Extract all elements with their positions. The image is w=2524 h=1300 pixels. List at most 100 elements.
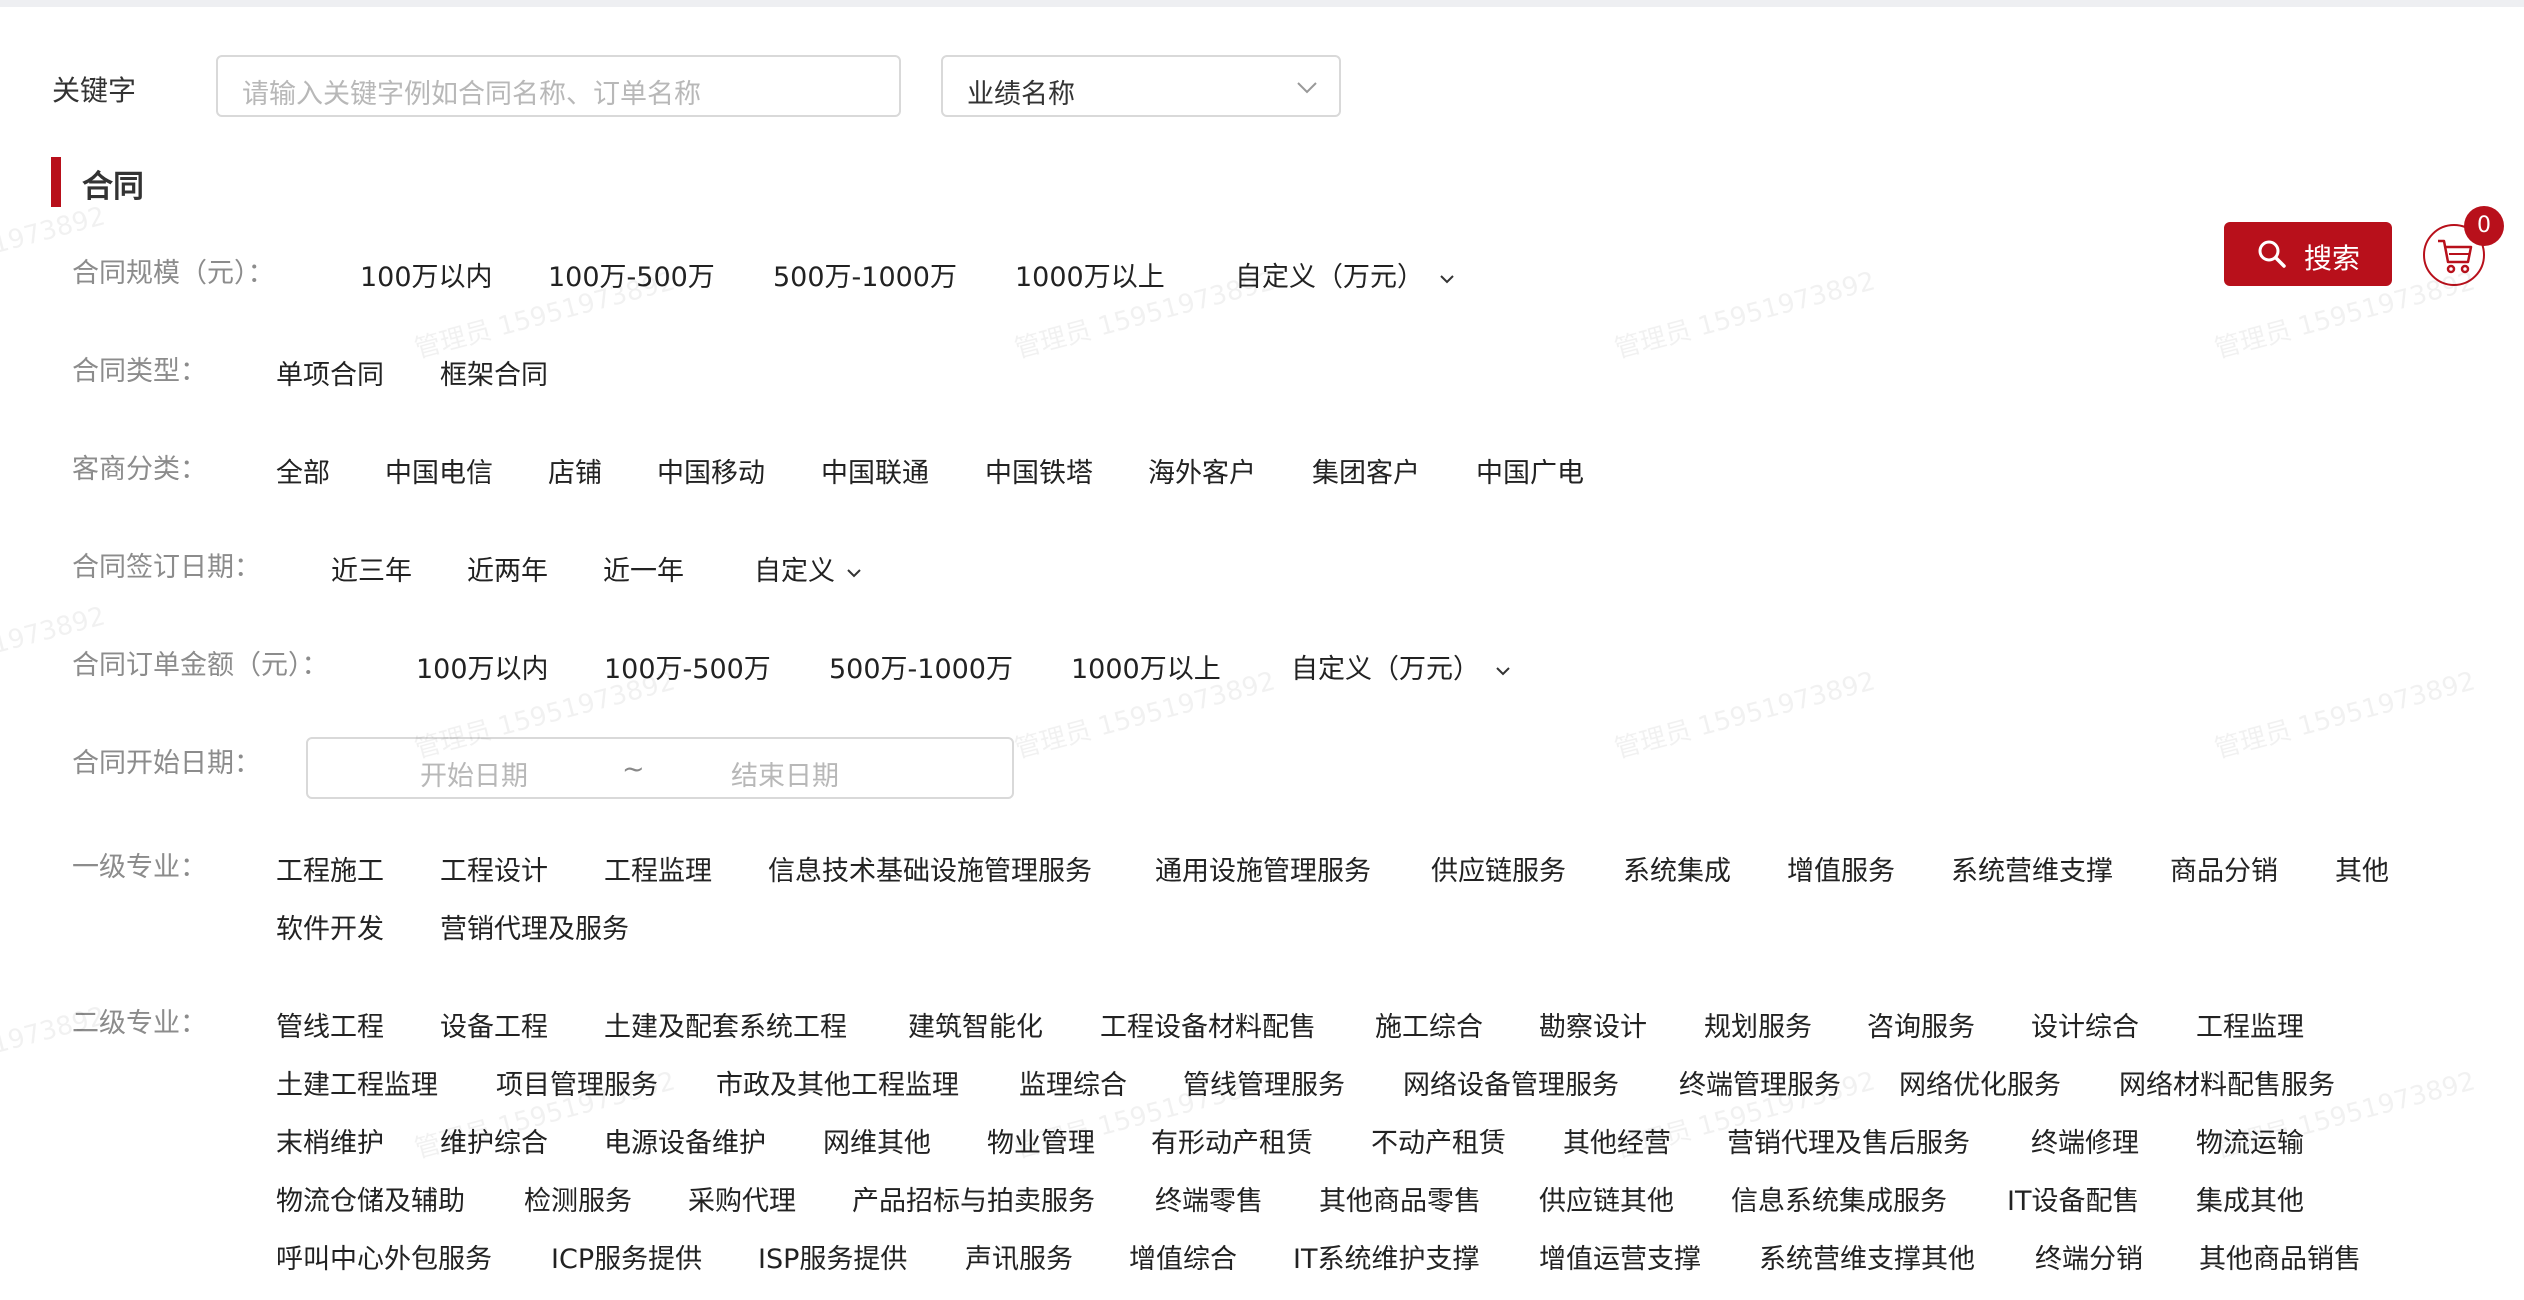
end-date-input[interactable]: 结束日期 (731, 754, 839, 793)
scale-option[interactable]: 1000万以上 (1015, 255, 1165, 294)
level2-option[interactable]: 管线工程 (276, 1005, 384, 1044)
level1-option[interactable]: 软件开发 (276, 907, 384, 946)
level2-option[interactable]: 勘察设计 (1539, 1005, 1647, 1044)
level2-option[interactable]: 不动产租赁 (1371, 1121, 1506, 1160)
level2-option[interactable]: 末梢维护 (276, 1121, 384, 1160)
chevron-down-icon (1495, 666, 1510, 675)
performance-select[interactable]: 业绩名称 (941, 55, 1341, 117)
level2-option[interactable]: 供应链其他 (1539, 1179, 1674, 1218)
level2-option[interactable]: 其他经营 (1563, 1121, 1671, 1160)
level2-option[interactable]: 采购代理 (688, 1179, 796, 1218)
level2-option[interactable]: 设备工程 (440, 1005, 548, 1044)
level2-option[interactable]: 网络材料配售服务 (2119, 1063, 2335, 1102)
level1-option[interactable]: 工程设计 (440, 849, 548, 888)
amount-option[interactable]: 500万-1000万 (829, 647, 1013, 686)
level1-option[interactable]: 通用设施管理服务 (1155, 849, 1371, 888)
level2-option[interactable]: 集成其他 (2196, 1179, 2304, 1218)
customer-option[interactable]: 集团客户 (1312, 451, 1420, 490)
level2-option[interactable]: 咨询服务 (1867, 1005, 1975, 1044)
level2-option[interactable]: 网络设备管理服务 (1403, 1063, 1619, 1102)
level2-option[interactable]: 声讯服务 (965, 1237, 1073, 1276)
level2-option[interactable]: 施工综合 (1375, 1005, 1483, 1044)
sign-date-option[interactable]: 近两年 (467, 549, 548, 588)
level2-option[interactable]: 呼叫中心外包服务 (276, 1237, 492, 1276)
level2-option[interactable]: ICP服务提供 (551, 1237, 702, 1276)
chevron-down-icon (1439, 274, 1454, 283)
level2-option[interactable]: 维护综合 (440, 1121, 548, 1160)
date-separator: ~ (622, 754, 645, 785)
level1-option[interactable]: 增值服务 (1787, 849, 1895, 888)
level2-option[interactable]: 建筑智能化 (908, 1005, 1043, 1044)
search-button[interactable]: 搜索 (2224, 222, 2392, 286)
customer-option[interactable]: 中国电信 (385, 451, 493, 490)
amount-option[interactable]: 100万-500万 (604, 647, 771, 686)
amount-option[interactable]: 100万以内 (416, 647, 549, 686)
sign-date-custom-dropdown[interactable]: 自定义 (754, 549, 862, 588)
level2-option[interactable]: 物业管理 (987, 1121, 1095, 1160)
level2-option[interactable]: 其他商品销售 (2199, 1237, 2361, 1276)
level2-option[interactable]: 网络优化服务 (1899, 1063, 2061, 1102)
level2-option[interactable]: 管线管理服务 (1183, 1063, 1345, 1102)
level2-option[interactable]: 监理综合 (1019, 1063, 1127, 1102)
level2-option[interactable]: 增值运营支撑 (1539, 1237, 1701, 1276)
level2-option[interactable]: 土建工程监理 (276, 1063, 438, 1102)
scale-option[interactable]: 100万-500万 (548, 255, 715, 294)
level2-option[interactable]: 项目管理服务 (496, 1063, 658, 1102)
customer-option[interactable]: 中国移动 (657, 451, 765, 490)
amount-option[interactable]: 1000万以上 (1071, 647, 1221, 686)
level2-option[interactable]: 规划服务 (1704, 1005, 1812, 1044)
level2-option[interactable]: 终端修理 (2031, 1121, 2139, 1160)
level2-option[interactable]: ISP服务提供 (758, 1237, 907, 1276)
sign-date-option[interactable]: 近三年 (331, 549, 412, 588)
customer-option[interactable]: 海外客户 (1148, 451, 1256, 490)
type-option[interactable]: 单项合同 (276, 353, 384, 392)
cart-icon (2438, 239, 2473, 274)
level2-option[interactable]: 终端分销 (2035, 1237, 2143, 1276)
level2-option[interactable]: 网维其他 (823, 1121, 931, 1160)
level2-option[interactable]: 增值综合 (1129, 1237, 1237, 1276)
level2-option[interactable]: 物流仓储及辅助 (276, 1179, 465, 1218)
start-date-input[interactable]: 开始日期 (420, 754, 528, 793)
level2-option[interactable]: 设计综合 (2031, 1005, 2139, 1044)
level2-option[interactable]: 其他商品零售 (1319, 1179, 1481, 1218)
level2-option[interactable]: 市政及其他工程监理 (716, 1063, 959, 1102)
amount-custom-dropdown[interactable]: 自定义（万元） (1291, 647, 1511, 686)
date-range-picker[interactable]: 开始日期 ~ 结束日期 (306, 737, 1014, 799)
level2-option[interactable]: 有形动产租赁 (1151, 1121, 1313, 1160)
level2-option[interactable]: 营销代理及售后服务 (1727, 1121, 1970, 1160)
level1-option[interactable]: 工程监理 (604, 849, 712, 888)
type-option[interactable]: 框架合同 (440, 353, 548, 392)
level2-option[interactable]: 土建及配套系统工程 (604, 1005, 847, 1044)
level2-option[interactable]: 信息系统集成服务 (1731, 1179, 1947, 1218)
scale-option[interactable]: 500万-1000万 (773, 255, 957, 294)
level1-option[interactable]: 系统营维支撑 (1951, 849, 2113, 888)
sign-date-option[interactable]: 近一年 (603, 549, 684, 588)
level2-option[interactable]: 物流运输 (2196, 1121, 2304, 1160)
level2-option[interactable]: IT系统维护支撑 (1293, 1237, 1479, 1276)
customer-option[interactable]: 中国广电 (1476, 451, 1584, 490)
level2-option[interactable]: 工程监理 (2196, 1005, 2304, 1044)
level1-option[interactable]: 供应链服务 (1431, 849, 1566, 888)
level1-option[interactable]: 信息技术基础设施管理服务 (768, 849, 1092, 888)
keyword-input[interactable]: 请输入关键字例如合同名称、订单名称 (216, 55, 901, 117)
customer-option[interactable]: 店铺 (548, 451, 602, 490)
level1-option[interactable]: 营销代理及服务 (440, 907, 629, 946)
customer-option[interactable]: 全部 (276, 451, 330, 490)
level1-option[interactable]: 其他 (2335, 849, 2389, 888)
scale-custom-dropdown[interactable]: 自定义（万元） (1235, 255, 1455, 294)
level1-option[interactable]: 系统集成 (1623, 849, 1731, 888)
level2-option[interactable]: IT设备配售 (2007, 1179, 2139, 1218)
level2-option[interactable]: 终端零售 (1155, 1179, 1263, 1218)
level2-option[interactable]: 终端管理服务 (1679, 1063, 1841, 1102)
level2-option[interactable]: 工程设备材料配售 (1100, 1005, 1316, 1044)
level2-option[interactable]: 系统营维支撑其他 (1759, 1237, 1975, 1276)
customer-option[interactable]: 中国联通 (821, 451, 929, 490)
level2-option[interactable]: 产品招标与拍卖服务 (852, 1179, 1095, 1218)
level2-option[interactable]: 检测服务 (524, 1179, 632, 1218)
level1-option[interactable]: 工程施工 (276, 849, 384, 888)
level2-option[interactable]: 电源设备维护 (604, 1121, 766, 1160)
scale-custom-label: 自定义（万元） (1235, 262, 1424, 293)
level1-option[interactable]: 商品分销 (2170, 849, 2278, 888)
scale-option[interactable]: 100万以内 (360, 255, 493, 294)
customer-option[interactable]: 中国铁塔 (985, 451, 1093, 490)
